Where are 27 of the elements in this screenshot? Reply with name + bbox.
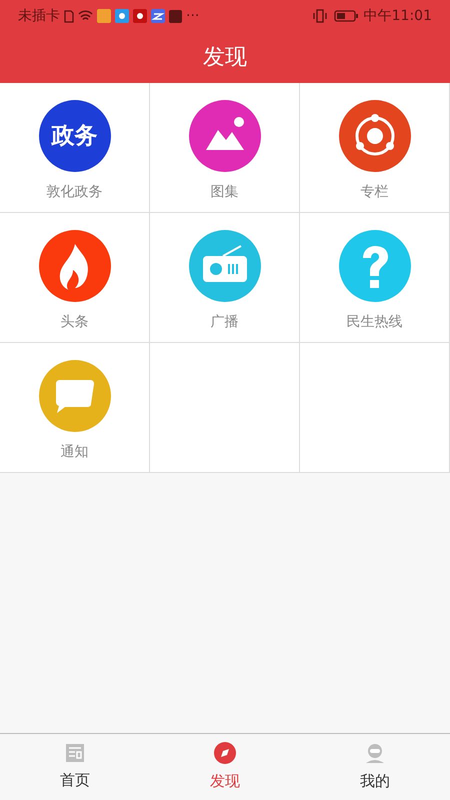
battery-icon bbox=[334, 10, 358, 22]
vibrate-icon bbox=[312, 9, 328, 23]
feature-item[interactable]: 专栏 bbox=[338, 100, 410, 203]
feature-item[interactable]: 图集 bbox=[188, 100, 260, 203]
carrier-text: 未插卡 bbox=[18, 6, 60, 26]
nav-tab[interactable]: 首页 bbox=[0, 734, 150, 800]
feature-item[interactable]: 广播 bbox=[188, 230, 260, 333]
app-icon bbox=[151, 9, 165, 23]
more-text: ··· bbox=[186, 6, 200, 26]
feature-item[interactable]: 头条 bbox=[38, 230, 110, 333]
app-icon bbox=[169, 10, 182, 22]
page-title: 发现 bbox=[203, 44, 247, 72]
sim-icon bbox=[64, 10, 74, 22]
government-icon: 政务 bbox=[38, 100, 110, 172]
news-icon bbox=[65, 742, 85, 763]
wifi-icon bbox=[78, 10, 93, 22]
nav-tab[interactable]: 我的 bbox=[300, 734, 450, 800]
feature-item[interactable]: 通知 bbox=[38, 360, 110, 463]
nav-tab[interactable]: 发现 bbox=[150, 734, 300, 800]
feature-item[interactable]: 民生热线 bbox=[338, 230, 410, 333]
app-icon bbox=[115, 9, 129, 23]
compass-icon bbox=[214, 742, 236, 764]
app-icon bbox=[133, 9, 147, 23]
feature-item[interactable]: 政务 敦化政务 bbox=[38, 100, 110, 203]
user-icon bbox=[364, 742, 386, 764]
clock-text: 中午11:01 bbox=[364, 6, 432, 26]
app-icon bbox=[97, 9, 111, 23]
